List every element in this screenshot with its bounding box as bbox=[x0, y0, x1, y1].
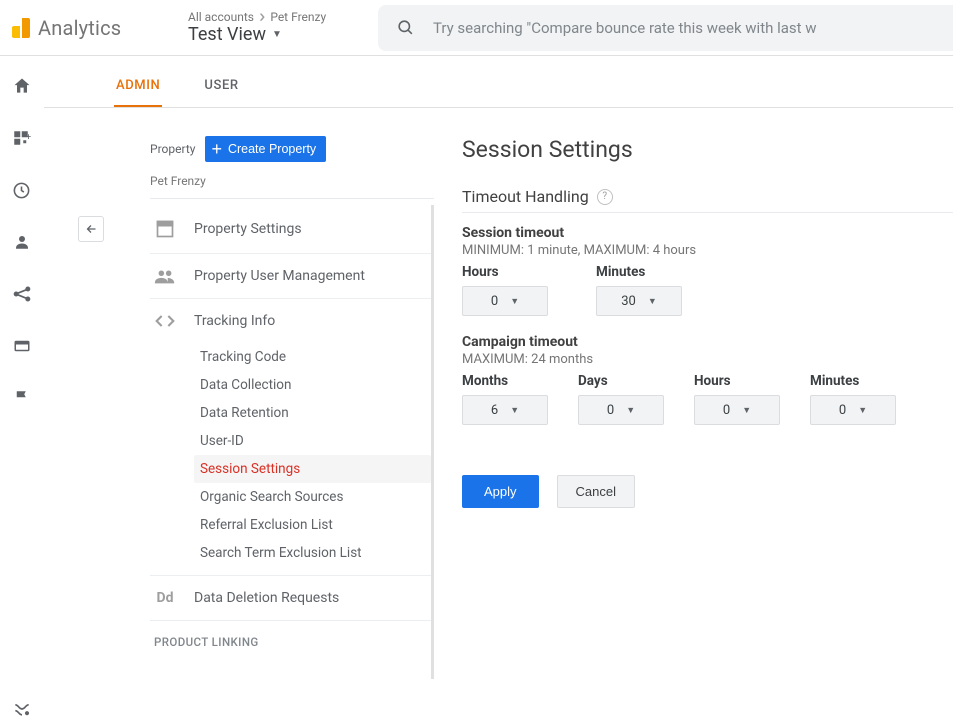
product-name: Analytics bbox=[38, 16, 121, 40]
back-button[interactable] bbox=[78, 216, 104, 242]
attribution-icon[interactable] bbox=[10, 697, 34, 721]
nav-tracking-info[interactable]: Tracking Info bbox=[150, 299, 431, 343]
nav-property-settings[interactable]: Property Settings bbox=[150, 205, 431, 254]
admin-tabbar: ADMIN USER bbox=[44, 56, 953, 108]
campaign-days-label: Days bbox=[578, 373, 664, 389]
sub-tracking-code[interactable]: Tracking Code bbox=[194, 343, 431, 371]
search-icon bbox=[396, 18, 415, 37]
apply-button[interactable]: Apply bbox=[462, 475, 539, 508]
product-linking-header: PRODUCT LINKING bbox=[150, 621, 431, 649]
property-column-label: Property bbox=[150, 142, 195, 156]
product-logo-block: Analytics bbox=[0, 16, 178, 40]
plus-icon: + bbox=[211, 144, 222, 154]
app-header: Analytics All accounts ❯ Pet Frenzy Test… bbox=[0, 0, 953, 56]
breadcrumb-account: Pet Frenzy bbox=[270, 10, 326, 24]
dropdown-triangle-icon: ▼ bbox=[742, 405, 751, 416]
property-picker[interactable]: All accounts ❯ Pet Frenzy Test View ▼ bbox=[178, 10, 378, 45]
tab-user[interactable]: USER bbox=[202, 70, 240, 107]
sub-user-id[interactable]: User-ID bbox=[194, 427, 431, 455]
panel-title: Session Settings bbox=[462, 136, 953, 163]
dd-icon: Dd bbox=[154, 590, 176, 606]
session-minutes-label: Minutes bbox=[596, 264, 682, 280]
tracking-info-subitems: Tracking Code Data Collection Data Reten… bbox=[150, 343, 431, 576]
analytics-logo-icon bbox=[12, 18, 30, 38]
property-nav: Property + Create Property Pet Frenzy Pr… bbox=[132, 126, 444, 679]
behavior-icon[interactable] bbox=[10, 334, 34, 358]
dropdown-triangle-icon: ▼ bbox=[510, 296, 519, 307]
campaign-hours-label: Hours bbox=[694, 373, 780, 389]
conversion-icon[interactable] bbox=[10, 282, 34, 306]
clock-icon[interactable] bbox=[10, 178, 34, 202]
property-nav-wrap: Property + Create Property Pet Frenzy Pr… bbox=[44, 108, 444, 721]
cancel-button[interactable]: Cancel bbox=[557, 475, 635, 508]
campaign-days-select[interactable]: 0 ▼ bbox=[578, 395, 664, 425]
dashboard-icon[interactable]: + bbox=[10, 126, 34, 150]
session-timeout-hint: MINIMUM: 1 minute, MAXIMUM: 4 hours bbox=[462, 243, 953, 258]
session-timeout-title: Session timeout bbox=[462, 225, 953, 241]
campaign-timeout-title: Campaign timeout bbox=[462, 334, 953, 350]
home-icon[interactable] bbox=[10, 74, 34, 98]
search-placeholder: Try searching "Compare bounce rate this … bbox=[433, 19, 817, 37]
view-name: Test View bbox=[188, 24, 266, 45]
settings-panel: Session Settings Timeout Handling ? Sess… bbox=[444, 108, 953, 721]
dropdown-triangle-icon: ▼ bbox=[272, 29, 282, 40]
sub-session-settings[interactable]: Session Settings bbox=[194, 455, 431, 483]
property-name[interactable]: Pet Frenzy bbox=[150, 170, 434, 199]
tab-admin[interactable]: ADMIN bbox=[114, 70, 162, 107]
person-icon[interactable] bbox=[10, 230, 34, 254]
dropdown-triangle-icon: ▼ bbox=[648, 296, 657, 307]
session-minutes-select[interactable]: 30 ▼ bbox=[596, 286, 682, 316]
campaign-minutes-select[interactable]: 0 ▼ bbox=[810, 395, 896, 425]
breadcrumb-all: All accounts bbox=[188, 10, 254, 24]
search-bar[interactable]: Try searching "Compare bounce rate this … bbox=[378, 5, 953, 51]
sub-search-term-exclusion-list[interactable]: Search Term Exclusion List bbox=[194, 539, 431, 567]
nav-property-user-management[interactable]: Property User Management bbox=[150, 254, 431, 299]
help-icon[interactable]: ? bbox=[597, 189, 613, 205]
settings-box-icon bbox=[154, 219, 176, 239]
sub-referral-exclusion-list[interactable]: Referral Exclusion List bbox=[194, 511, 431, 539]
people-icon bbox=[154, 268, 176, 284]
flag-icon[interactable] bbox=[10, 386, 34, 410]
left-icon-rail: + bbox=[0, 56, 44, 721]
sub-data-collection[interactable]: Data Collection bbox=[194, 371, 431, 399]
sub-data-retention[interactable]: Data Retention bbox=[194, 399, 431, 427]
campaign-timeout-hint: MAXIMUM: 24 months bbox=[462, 352, 953, 367]
session-hours-select[interactable]: 0 ▼ bbox=[462, 286, 548, 316]
campaign-months-select[interactable]: 6 ▼ bbox=[462, 395, 548, 425]
code-icon bbox=[154, 314, 176, 328]
create-property-button[interactable]: + Create Property bbox=[205, 136, 326, 162]
content-area: ADMIN USER Property + Create Property bbox=[44, 56, 953, 721]
sub-organic-search-sources[interactable]: Organic Search Sources bbox=[194, 483, 431, 511]
nav-data-deletion[interactable]: Dd Data Deletion Requests bbox=[150, 576, 431, 621]
dropdown-triangle-icon: ▼ bbox=[626, 405, 635, 416]
dropdown-triangle-icon: ▼ bbox=[510, 405, 519, 416]
chevron-right-icon: ❯ bbox=[258, 13, 266, 21]
campaign-months-label: Months bbox=[462, 373, 548, 389]
campaign-hours-select[interactable]: 0 ▼ bbox=[694, 395, 780, 425]
session-hours-label: Hours bbox=[462, 264, 548, 280]
campaign-minutes-label: Minutes bbox=[810, 373, 896, 389]
section-heading: Timeout Handling bbox=[462, 187, 589, 206]
dropdown-triangle-icon: ▼ bbox=[858, 405, 867, 416]
